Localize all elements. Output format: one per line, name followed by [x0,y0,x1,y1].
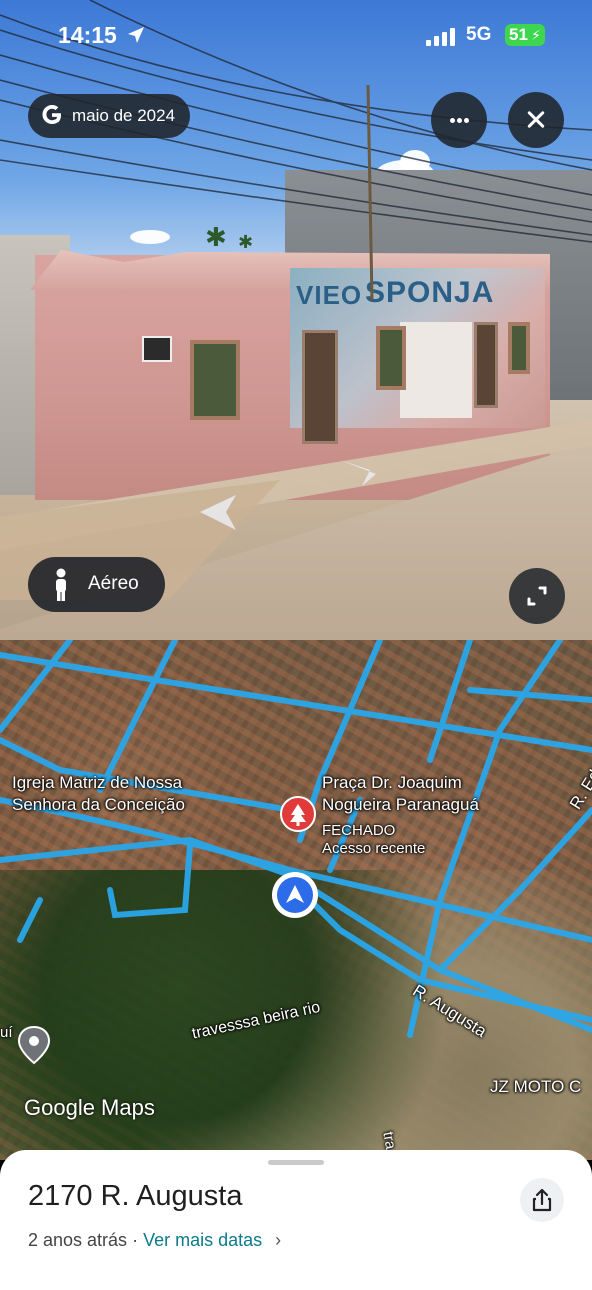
expand-button[interactable] [509,568,565,624]
meta-separator: · [132,1230,139,1250]
share-icon [532,1188,552,1212]
capture-date-label: maio de 2024 [72,106,176,125]
nav-arrow-icon[interactable] [340,460,376,486]
current-position-marker[interactable] [272,872,318,918]
capture-age: 2 anos atrás [28,1230,128,1250]
close-button[interactable] [508,92,564,148]
aerial-view-label: Aéreo [88,573,139,594]
sheet-drag-handle[interactable] [268,1160,324,1165]
battery-level: 51 [509,25,528,44]
chevron-right-icon[interactable]: › [275,1230,281,1250]
share-button[interactable] [520,1178,564,1222]
plaza-place-marker[interactable] [280,796,316,832]
expand-icon [527,586,547,606]
tree-icon [290,804,306,826]
direction-arrow-icon [286,885,304,903]
battery-charging-icon: 51 ⚡ [505,24,545,46]
signal-icon [426,28,458,46]
more-dates-link[interactable]: Ver mais datas [143,1230,262,1250]
status-time: 14:15 [58,22,117,48]
location-arrow-icon [128,27,144,43]
status-bar: 14:15 5G 51 ⚡ [0,0,592,70]
person-icon [56,568,66,601]
google-g-icon [42,105,61,124]
google-maps-logo: Google Maps [24,1095,155,1121]
google-maps-logo-text: Google Maps [24,1095,155,1120]
more-icon [450,118,455,123]
location-pin-icon[interactable] [16,1025,52,1065]
address-title: 2170 R. Augusta [28,1180,243,1212]
capture-date-chip[interactable]: maio de 2024 [28,94,190,138]
capture-meta: 2 anos atrás · Ver mais datas › [28,1230,281,1251]
more-options-button[interactable] [431,92,487,148]
bottom-sheet[interactable]: 2170 R. Augusta 2 anos atrás · Ver mais … [0,1150,592,1290]
network-type: 5G [466,24,492,45]
street-view-panorama[interactable]: ✱ ✱ VIEO SPONJA 14:15 5G 51 ⚡ maio de 20… [0,0,592,640]
aerial-view-button[interactable]: Aéreo [28,557,165,612]
nav-arrow-icon[interactable] [200,495,236,530]
